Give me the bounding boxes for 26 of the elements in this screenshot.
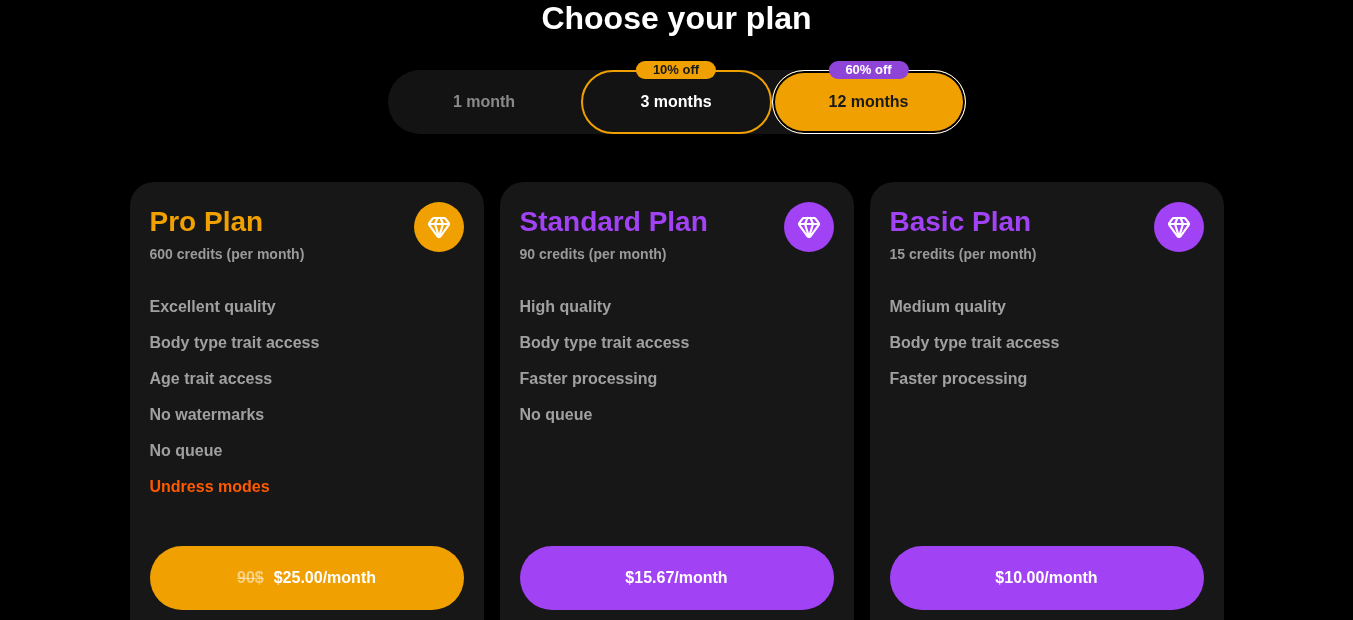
plan-feature: High quality bbox=[519, 297, 612, 317]
discount-badge: 10% off bbox=[635, 61, 717, 79]
plan-feature: Excellent quality bbox=[149, 297, 276, 317]
plan-credits: 15 credits (per month) bbox=[889, 245, 1037, 264]
plan-feature: No queue bbox=[149, 441, 223, 461]
plan-name: Basic Plan bbox=[889, 205, 1032, 239]
price-button[interactable]: $10.00/month bbox=[889, 546, 1204, 610]
plan-feature: No queue bbox=[519, 405, 593, 425]
plan-feature: Body type trait access bbox=[519, 333, 690, 353]
period-tab[interactable]: 1 month bbox=[387, 70, 581, 134]
plan-feature: Faster processing bbox=[519, 369, 658, 389]
discount-badge: 60% off bbox=[828, 61, 909, 79]
page-title: Choose your plan bbox=[541, 0, 812, 36]
plan-feature: Medium quality bbox=[889, 297, 1006, 317]
plan-name: Pro Plan bbox=[149, 205, 264, 239]
plan-feature: Age trait access bbox=[149, 369, 273, 389]
plan-feature: No watermarks bbox=[149, 405, 265, 425]
plan-feature: Body type trait access bbox=[149, 333, 320, 353]
plan-name: Standard Plan bbox=[519, 205, 708, 239]
old-price: 90$ bbox=[237, 569, 264, 587]
plan-credits: 600 credits (per month) bbox=[149, 245, 305, 264]
plan-feature: Undress modes bbox=[149, 477, 270, 497]
plan-feature: Body type trait access bbox=[889, 333, 1060, 353]
plan-feature: Faster processing bbox=[889, 369, 1028, 389]
plan-credits: 90 credits (per month) bbox=[519, 245, 667, 264]
price-button[interactable]: $15.67/month bbox=[519, 546, 834, 610]
